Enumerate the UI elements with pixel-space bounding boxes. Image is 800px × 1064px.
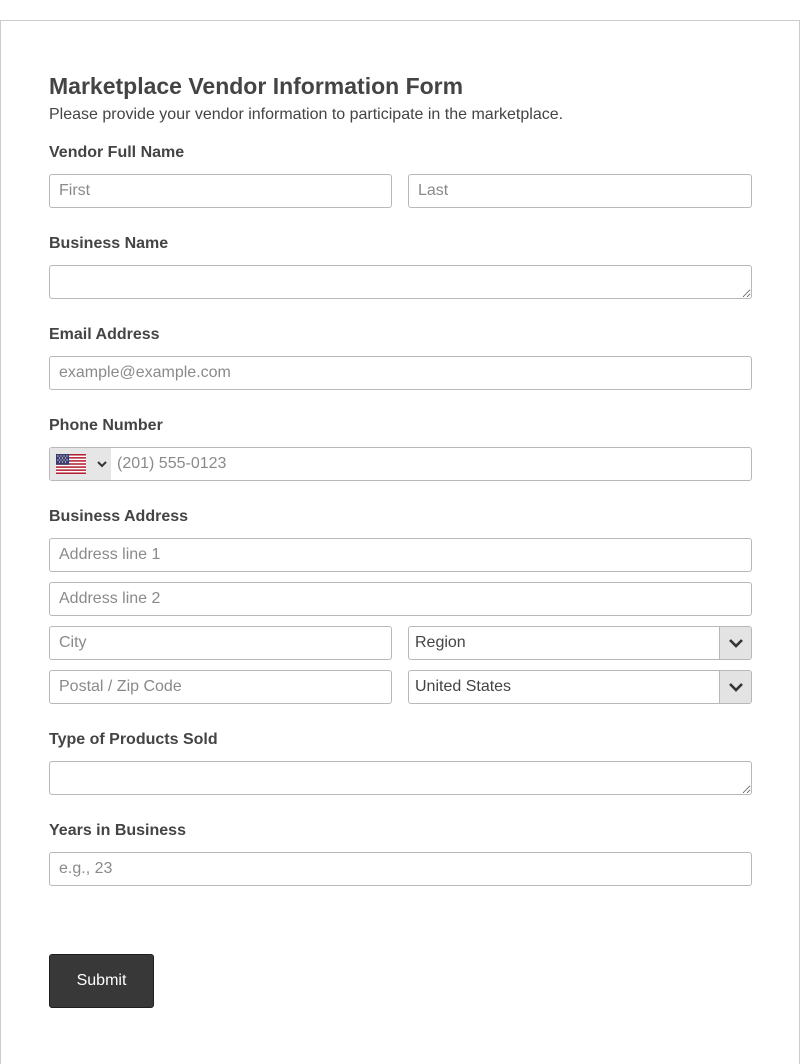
email-input[interactable] [49,356,752,390]
city-input[interactable] [49,626,392,660]
form-card: Marketplace Vendor Information Form Plea… [0,20,800,1064]
business-name-input[interactable] [49,265,752,299]
years-label: Years in Business [49,822,186,839]
years-input[interactable] [49,852,752,886]
last-name-input[interactable] [408,174,752,208]
form-subtitle: Please provide your vendor information t… [49,106,564,123]
country-select[interactable]: United States [408,670,752,704]
products-input[interactable] [49,761,752,795]
region-select-value: Region [415,634,466,651]
email-label: Email Address [49,326,160,343]
first-name-input[interactable] [49,174,392,208]
products-label: Type of Products Sold [49,731,218,748]
country-code-picker[interactable] [50,448,111,480]
phone-field [49,447,752,481]
phone-input[interactable] [111,448,751,480]
country-select-arrow[interactable] [719,671,751,703]
postal-code-input[interactable] [49,670,392,704]
chevron-down-icon [728,683,743,692]
business-name-label: Business Name [49,235,169,252]
region-select[interactable]: Region [408,626,752,660]
us-flag-icon [56,454,86,474]
submit-button[interactable]: Submit [49,954,154,1008]
address-line2-input[interactable] [49,582,752,616]
business-address-label: Business Address [49,508,189,525]
vendor-name-label: Vendor Full Name [49,144,185,161]
region-select-arrow[interactable] [719,627,751,659]
chevron-down-icon [728,639,743,648]
address-line1-input[interactable] [49,538,752,572]
country-select-value: United States [415,678,512,695]
phone-label: Phone Number [49,417,163,434]
form-title: Marketplace Vendor Information Form [49,73,464,99]
chevron-down-icon [97,461,107,468]
